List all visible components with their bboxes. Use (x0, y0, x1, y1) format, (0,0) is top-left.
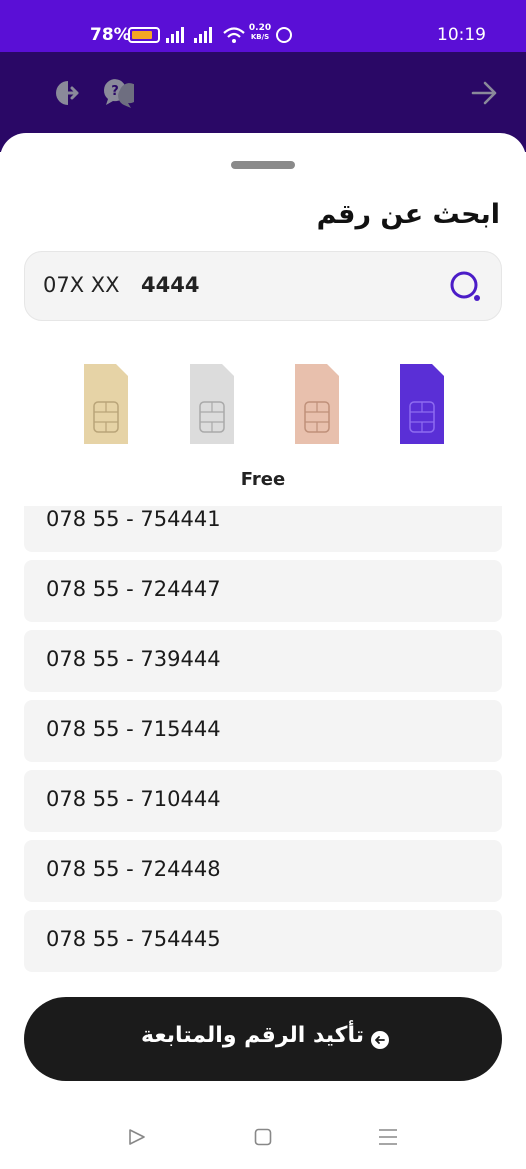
home-square-icon[interactable] (254, 1128, 272, 1146)
purple-sim-card[interactable] (400, 364, 444, 444)
battery-percent: 78% (90, 25, 131, 45)
gold-sim-card[interactable] (84, 364, 128, 444)
list-item[interactable]: 078 55 - 754445 (24, 910, 502, 972)
list-item[interactable]: 078 55 - 724447 (24, 560, 502, 622)
list-item[interactable]: 078 55 - 739444 (24, 630, 502, 692)
phone-number: 078 55 - 710444 (46, 787, 221, 811)
help-icon[interactable]: ? (100, 76, 134, 110)
confirm-button-label: تأكيد الرقم والمتابعة (141, 1023, 364, 1048)
menu-lines-icon[interactable] (378, 1128, 398, 1146)
list-item[interactable]: 078 55 - 724448 (24, 840, 502, 902)
search-icon[interactable] (449, 270, 483, 304)
search-value[interactable]: 4444 (141, 273, 199, 297)
silver-sim-card[interactable] (190, 364, 234, 444)
phone-number: 078 55 - 724448 (46, 857, 221, 881)
phone-number: 078 55 - 754445 (46, 927, 221, 951)
signal-icon (166, 27, 188, 43)
rose-gold-sim-card[interactable] (295, 364, 339, 444)
signal-icon (194, 27, 216, 43)
bottom-sheet: ابحث عن رقم 07X XX 4444 Free 078 55 - 75… (0, 133, 526, 1169)
svg-text:?: ? (111, 84, 119, 99)
sheet-drag-handle[interactable] (231, 161, 295, 169)
arrow-circle-icon (371, 1031, 389, 1049)
exit-icon[interactable] (50, 78, 80, 108)
battery-icon (128, 27, 160, 43)
network-speed-value: 0.20 (248, 23, 272, 33)
phone-number: 078 55 - 715444 (46, 717, 221, 741)
network-speed: 0.20 KB/S (248, 24, 272, 42)
list-item[interactable]: 078 55 - 715444 (24, 700, 502, 762)
phone-number: 078 55 - 754441 (46, 507, 221, 531)
phone-number: 078 55 - 739444 (46, 647, 221, 671)
sim-type-label: Free (240, 469, 286, 490)
confirm-button[interactable]: تأكيد الرقم والمتابعة (24, 997, 502, 1081)
status-bar: 78% 0.20 KB/S 10:19 (0, 0, 526, 52)
number-list[interactable]: 078 55 - 754441 078 55 - 724447 078 55 -… (24, 506, 502, 982)
clock: 10:19 (437, 25, 486, 45)
wifi-icon (223, 27, 245, 43)
alarm-icon (276, 27, 292, 43)
list-item[interactable]: 078 55 - 754441 (24, 506, 502, 552)
network-speed-unit: KB/S (250, 33, 270, 41)
phone-number: 078 55 - 724447 (46, 577, 221, 601)
search-input[interactable]: 07X XX 4444 (24, 251, 502, 321)
page-title: ابحث عن رقم (316, 199, 500, 230)
system-nav-bar (0, 1110, 526, 1169)
back-arrow-icon[interactable] (470, 80, 498, 106)
back-triangle-icon[interactable] (128, 1128, 146, 1146)
list-item[interactable]: 078 55 - 710444 (24, 770, 502, 832)
search-prefix: 07X XX (43, 273, 120, 297)
